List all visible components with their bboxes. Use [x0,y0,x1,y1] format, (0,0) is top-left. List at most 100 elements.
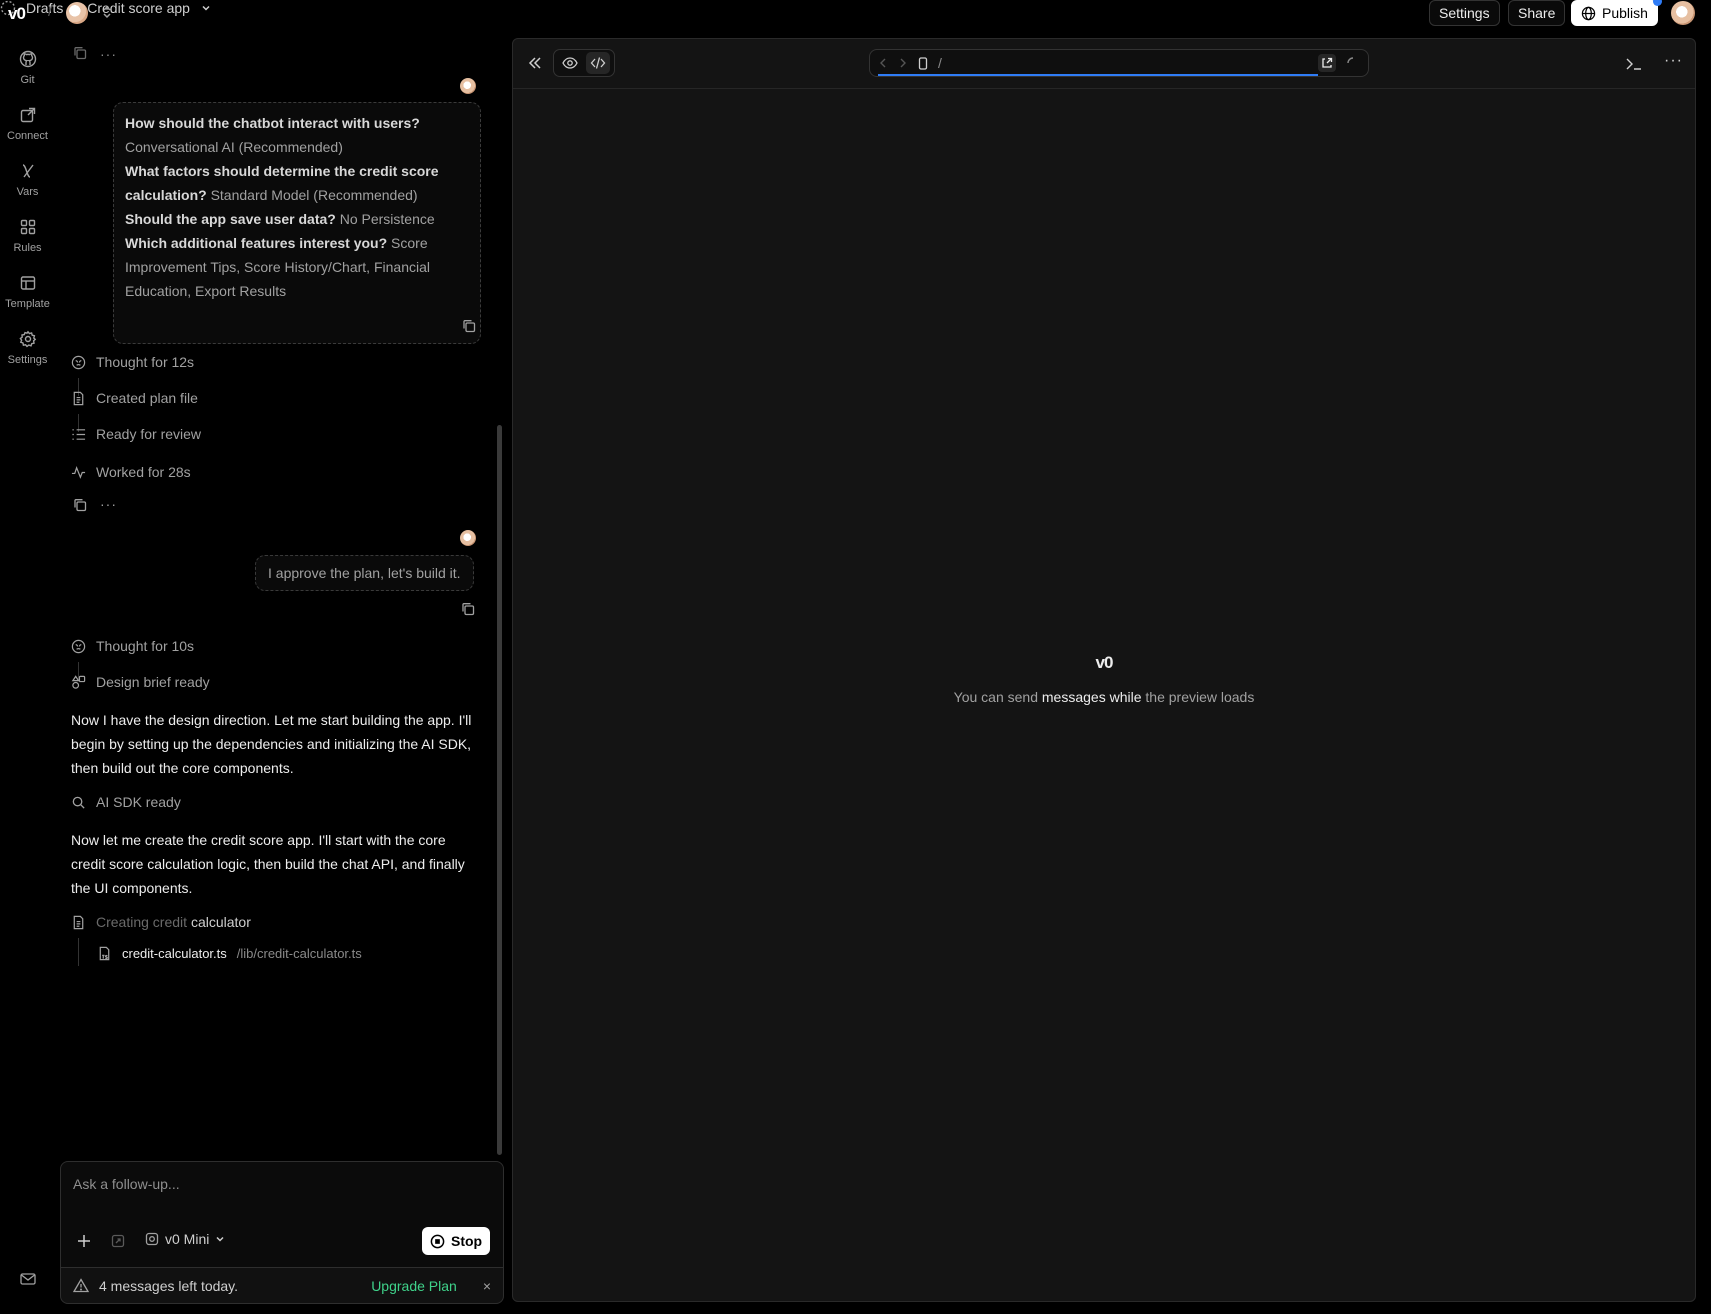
file-name: credit-calculator.ts [122,946,227,961]
upgrade-plan-link[interactable]: Upgrade Plan [371,1278,457,1294]
device-icon[interactable] [918,56,928,70]
assistant-paragraph-1: Now I have the design direction. Let me … [71,712,472,776]
rules-icon [19,218,37,236]
step-design[interactable]: Design brief ready [71,674,210,690]
user-avatar-small [460,78,476,94]
more-icon[interactable]: ··· [1664,52,1683,70]
terminal-icon[interactable] [1625,57,1643,71]
warning-icon [73,1278,89,1293]
share-button[interactable]: Share [1508,0,1566,26]
preview-loading-message: You can send messages while the preview … [513,689,1695,705]
model-icon [145,1232,159,1246]
plus-icon[interactable] [77,1234,91,1248]
step-plan[interactable]: Created plan file [71,390,198,406]
sidebar-item-template[interactable]: Template [0,274,55,310]
loading-spinner-icon [1346,56,1360,70]
step-label: AI SDK ready [96,794,181,810]
publish-button[interactable]: Publish [1571,0,1662,26]
preview-toolbar: / ··· [513,39,1695,89]
sidebar-item-rules[interactable]: Rules [0,218,55,254]
copy-icon[interactable] [461,602,475,616]
v0-logo-center: v0 [513,653,1695,673]
sidebar-item-vars[interactable]: Vars [0,162,55,198]
settings-button-label: Settings [1439,5,1490,21]
back-icon[interactable] [878,57,888,69]
share-button-label: Share [1518,5,1556,21]
model-label: v0 Mini [165,1231,210,1247]
open-external-icon[interactable] [1318,54,1336,72]
step-review[interactable]: Ready for review [71,426,201,442]
step-creating[interactable]: Creating credit calculator [71,914,251,930]
answer-3: No Persistence [339,211,435,227]
sidebar-item-label: Git [20,74,35,86]
header-separator: / [48,3,53,20]
search-icon [71,795,86,810]
model-selector[interactable]: v0 Mini [145,1231,225,1247]
typescript-file-icon [97,946,112,961]
template-icon [19,274,37,292]
copy-icon[interactable] [73,46,87,60]
answer-1: Conversational AI (Recommended) [125,139,343,155]
step-thought-2[interactable]: Thought for 10s [71,638,194,654]
forward-icon[interactable] [898,57,908,69]
creating-suffix: calculator [190,914,251,930]
copy-icon[interactable] [462,319,476,333]
user-avatar-small [460,530,476,546]
sidebar-item-label: Template [5,298,50,310]
sidebar-item-connect[interactable]: Connect [0,106,55,142]
breadcrumb-drafts[interactable]: Drafts [26,0,63,16]
v0-logo[interactable]: v0 [8,4,26,24]
v0-logo-text: v0 [1095,653,1114,672]
url-path[interactable]: / [938,55,942,71]
composer: Ask a follow-up... v0 Mini Stop [60,1161,504,1268]
chevron-down-icon[interactable] [200,2,212,14]
attach-icon[interactable] [111,1234,125,1248]
loading-text-1: You can send [953,689,1038,705]
publish-button-label: Publish [1602,5,1648,21]
sidebar-item-settings[interactable]: Settings [0,330,55,366]
chat-panel: ··· How should the chatbot interact with… [55,36,495,1156]
step-label: Design brief ready [96,674,210,690]
collapse-icon[interactable] [527,56,543,70]
step-label: Worked for 28s [96,464,191,480]
user-message-text: I approve the plan, let's build it. [268,565,461,581]
step-connector [78,938,79,966]
copy-icon[interactable] [73,498,87,512]
mail-icon[interactable] [20,1272,36,1286]
answer-2: Standard Model (Recommended) [210,187,418,203]
chevron-up-down-icon[interactable] [100,4,114,20]
stop-button[interactable]: Stop [422,1227,491,1255]
close-icon[interactable]: × [483,1278,491,1294]
team-avatar[interactable] [66,2,88,24]
connect-icon [19,106,37,124]
limit-text: 4 messages left today. [99,1277,239,1294]
more-icon[interactable]: ··· [100,46,117,62]
step-sdk[interactable]: AI SDK ready [71,794,181,810]
loading-text-3: the preview loads [1145,689,1255,705]
chat-scrollbar[interactable] [497,425,502,1155]
preview-eye-icon[interactable] [558,52,582,74]
followup-input[interactable]: Ask a follow-up... [73,1176,180,1192]
brain-icon [71,355,86,370]
sidebar-item-label: Rules [13,242,42,254]
step-worked[interactable]: Worked for 28s [71,464,191,480]
step-thought[interactable]: Thought for 12s [71,354,194,370]
file-icon [71,915,86,930]
shapes-icon [71,674,86,690]
checklist-icon [71,427,86,442]
sidebar-item-git[interactable]: Git [0,50,55,86]
question-1: How should the chatbot interact with use… [125,115,420,131]
more-icon[interactable]: ··· [100,496,117,512]
step-label: Thought for 12s [96,354,195,370]
step-label: Created plan file [96,390,198,406]
code-icon[interactable] [586,52,610,74]
user-avatar[interactable] [1671,1,1695,25]
step-label: Thought for 10s [96,638,195,654]
vars-icon [19,162,37,180]
loading-text-2: messages while [1041,689,1142,705]
creating-prefix: Creating credit [96,914,188,930]
chevron-down-icon [215,1234,225,1244]
preview-panel: / ··· v0 You can send messages while the… [512,38,1696,1302]
file-entry[interactable]: credit-calculator.ts /lib/credit-calcula… [97,946,362,961]
settings-button[interactable]: Settings [1429,0,1500,26]
